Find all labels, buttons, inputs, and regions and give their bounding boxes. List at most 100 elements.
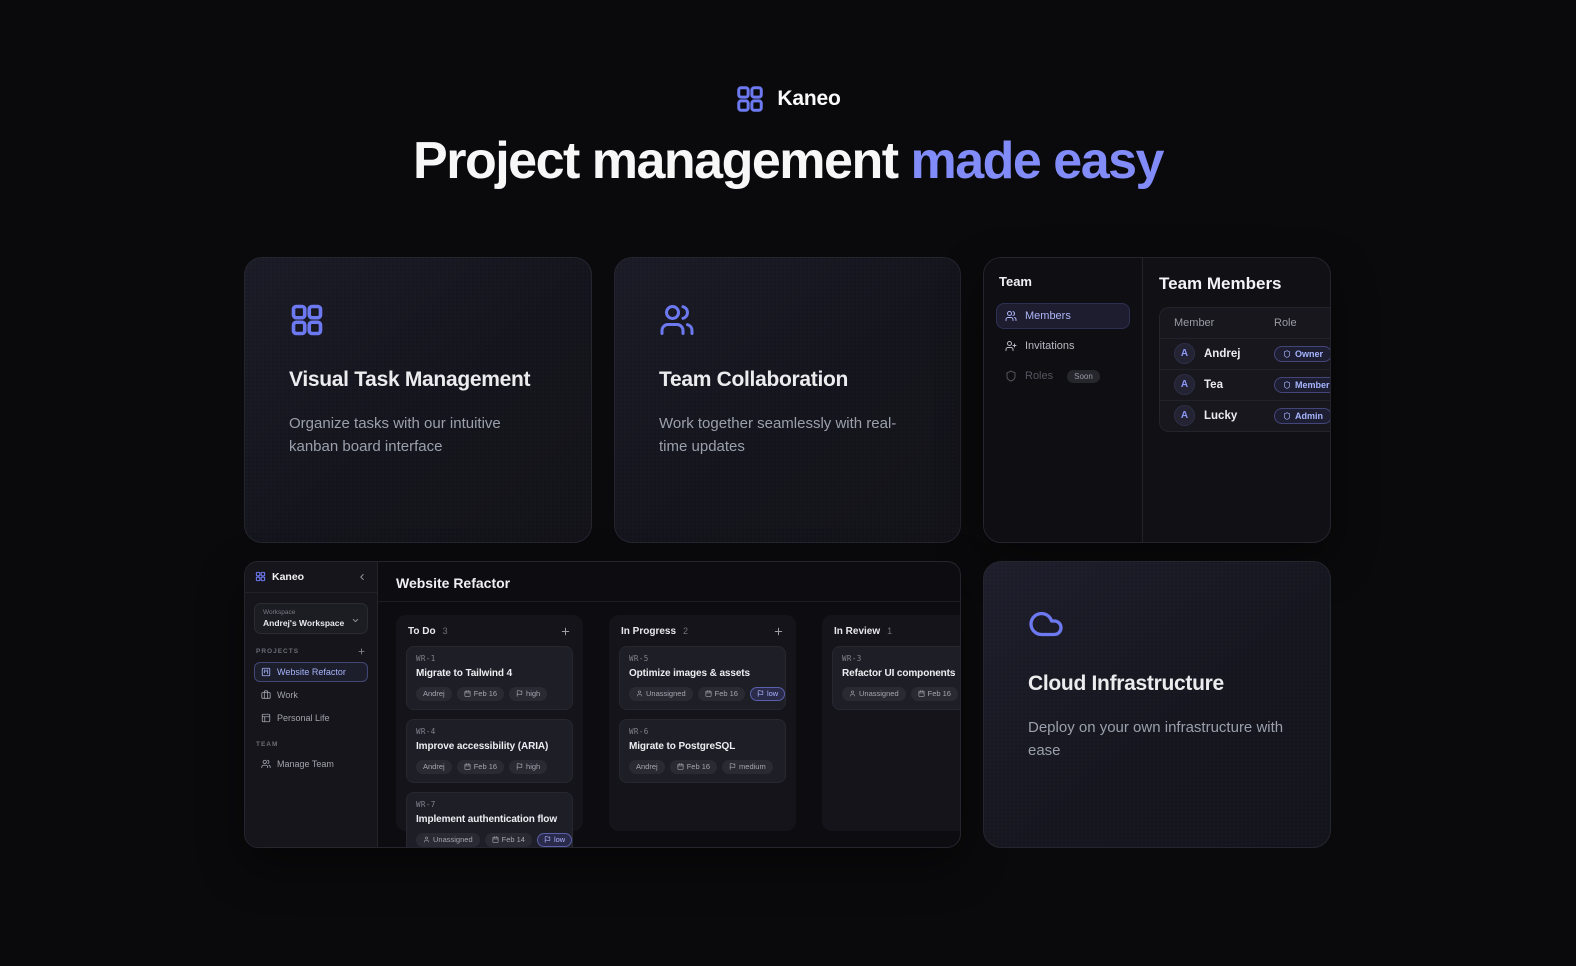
- priority-badge: medium: [722, 760, 773, 774]
- user-icon: [849, 690, 856, 697]
- member-name: Tea: [1204, 379, 1223, 391]
- kaneo-logo-icon: [255, 571, 266, 582]
- assignee-badge: Unassigned: [416, 833, 480, 847]
- feature-description: Organize tasks with our intuitive kanban…: [289, 412, 547, 459]
- feature-title: Team Collaboration: [659, 368, 916, 392]
- avatar: A: [1174, 343, 1195, 364]
- kanban-mockup: Kaneo Workspace Andrej's Workspace PROJE…: [244, 561, 961, 848]
- calendar-icon: [918, 690, 925, 697]
- board-columns: To Do 3 WR-1 Migrate to Tailwind 4 Andre…: [378, 602, 960, 847]
- date-badge: Feb 16: [457, 760, 504, 774]
- sidebar-item-manage-team[interactable]: Manage Team: [254, 754, 368, 774]
- sidebar-item-personal-life[interactable]: Personal Life: [254, 708, 368, 728]
- team-members-mockup: Team Members Invitations Roles Soon: [983, 257, 1331, 543]
- task-title: Migrate to PostgreSQL: [629, 741, 776, 752]
- task-card[interactable]: WR-3 Refactor UI components Unassigned F…: [832, 646, 960, 710]
- users-icon: [1005, 310, 1017, 322]
- workspace-selector[interactable]: Workspace Andrej's Workspace: [254, 603, 368, 634]
- flag-icon: [544, 836, 551, 843]
- badge-label: Feb 16: [715, 689, 738, 698]
- team-nav-roles: Roles Soon: [996, 363, 1130, 390]
- grid-icon: [289, 302, 325, 338]
- avatar: A: [1174, 405, 1195, 426]
- badge-label: Unassigned: [646, 689, 686, 698]
- assignee-badge: Andrej: [416, 687, 452, 701]
- sidebar-item-website-refactor[interactable]: Website Refactor: [254, 662, 368, 682]
- team-members-title: Team Members: [1159, 274, 1330, 294]
- role-badge: Admin: [1274, 408, 1331, 424]
- badge-label: medium: [739, 762, 766, 771]
- task-ticket: WR-1: [416, 654, 563, 663]
- hero-title-white: Project management: [413, 132, 898, 190]
- role-label: Admin: [1295, 411, 1323, 421]
- add-project-icon[interactable]: [357, 647, 366, 656]
- column-name: In Progress: [621, 626, 676, 637]
- column-header-member: Member: [1174, 317, 1274, 329]
- assignee-badge: Unassigned: [629, 687, 693, 701]
- users-icon: [659, 302, 695, 338]
- task-title: Migrate to Tailwind 4: [416, 668, 563, 679]
- team-members-table: Member Role A Andrej Owner A Tea: [1159, 307, 1330, 432]
- role-badge: Member: [1274, 377, 1331, 393]
- assignee-badge: Andrej: [416, 760, 452, 774]
- team-item-label: Manage Team: [277, 759, 334, 769]
- landing-page: Kaneo Project management made easy Visua…: [0, 0, 1576, 966]
- table-row[interactable]: A Tea Member: [1160, 369, 1330, 400]
- projects-list: Website Refactor Work Personal Life: [254, 662, 368, 728]
- task-card[interactable]: WR-1 Migrate to Tailwind 4 Andrej Feb 16…: [406, 646, 573, 710]
- workspace-name: Andrej's Workspace: [263, 618, 359, 628]
- board-title: Website Refactor: [396, 575, 942, 591]
- user-plus-icon: [1005, 340, 1017, 352]
- badge-label: Andrej: [423, 689, 445, 698]
- badge-label: low: [767, 689, 778, 698]
- table-row[interactable]: A Lucky Admin: [1160, 400, 1330, 431]
- team-section-header: TEAM: [254, 741, 368, 748]
- role-badge: Owner: [1274, 346, 1331, 362]
- user-icon: [636, 690, 643, 697]
- date-badge: Feb 16: [457, 687, 504, 701]
- team-nav-label: Members: [1025, 310, 1071, 322]
- add-task-icon[interactable]: [560, 626, 571, 637]
- member-name: Lucky: [1204, 410, 1237, 422]
- task-card[interactable]: WR-5 Optimize images & assets Unassigned…: [619, 646, 786, 710]
- team-members-panel: Team Members Member Role A Andrej Owner: [1143, 258, 1330, 542]
- feature-description: Deploy on your own infrastructure with e…: [1028, 716, 1286, 763]
- add-task-icon[interactable]: [773, 626, 784, 637]
- date-badge: Feb 16: [911, 687, 958, 701]
- avatar: A: [1174, 374, 1195, 395]
- shield-icon: [1283, 350, 1291, 358]
- team-nav-invitations[interactable]: Invitations: [996, 333, 1130, 359]
- chevron-left-icon[interactable]: [357, 572, 367, 582]
- badge-label: Feb 14: [502, 835, 525, 844]
- team-nav-label: Roles: [1025, 370, 1053, 382]
- project-label: Work: [277, 690, 298, 700]
- team-nav-members[interactable]: Members: [996, 303, 1130, 329]
- shield-icon: [1283, 412, 1291, 420]
- panels-icon: [261, 713, 271, 723]
- date-badge: Feb 16: [670, 760, 717, 774]
- column-header: In Review 1: [832, 624, 960, 637]
- calendar-icon: [705, 690, 712, 697]
- task-card[interactable]: WR-7 Implement authentication flow Unass…: [406, 792, 573, 847]
- kanban-sidebar-body: Workspace Andrej's Workspace PROJECTS We…: [245, 593, 377, 784]
- role-label: Member: [1295, 380, 1330, 390]
- sidebar-item-work[interactable]: Work: [254, 685, 368, 705]
- task-title: Implement authentication flow: [416, 814, 563, 825]
- task-card[interactable]: WR-4 Improve accessibility (ARIA) Andrej…: [406, 719, 573, 783]
- table-header: Member Role: [1160, 308, 1330, 338]
- task-badges: Andrej Feb 16 high: [416, 687, 563, 701]
- hero-title: Project management made easy: [0, 134, 1576, 189]
- sidebar-brand-name: Kaneo: [272, 571, 304, 583]
- role-label: Owner: [1295, 349, 1323, 359]
- briefcase-icon: [261, 690, 271, 700]
- badge-label: Unassigned: [859, 689, 899, 698]
- calendar-icon: [464, 763, 471, 770]
- task-ticket: WR-5: [629, 654, 776, 663]
- cloud-icon: [1028, 606, 1064, 642]
- badge-label: Andrej: [423, 762, 445, 771]
- task-badges: Unassigned Feb 14 low: [416, 833, 563, 847]
- task-card[interactable]: WR-6 Migrate to PostgreSQL Andrej Feb 16…: [619, 719, 786, 783]
- task-title: Refactor UI components: [842, 668, 960, 679]
- table-row[interactable]: A Andrej Owner: [1160, 338, 1330, 369]
- task-badges: Andrej Feb 16 medium: [629, 760, 776, 774]
